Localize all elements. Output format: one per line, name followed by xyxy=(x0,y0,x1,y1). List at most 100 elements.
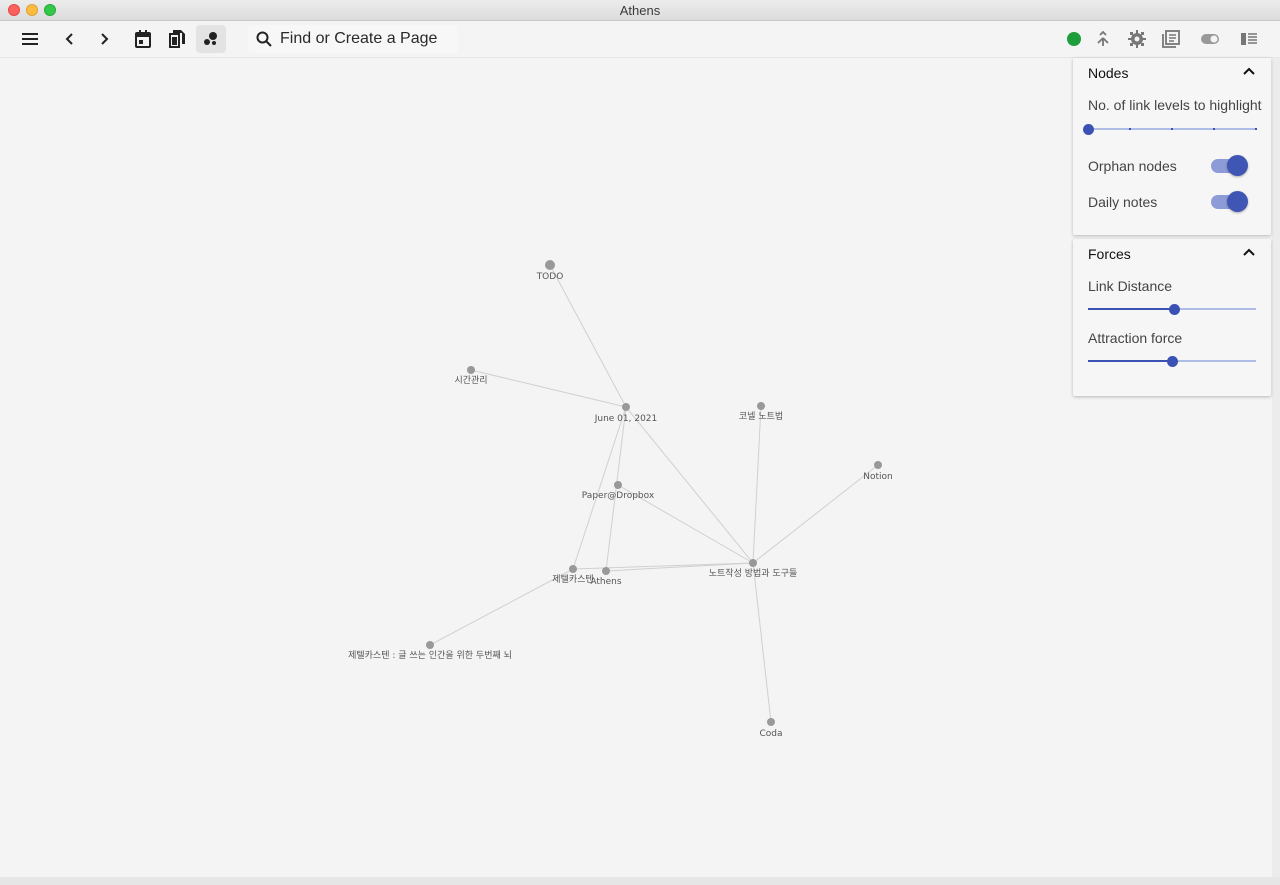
window-title: Athens xyxy=(619,2,661,18)
graph-edge xyxy=(549,264,627,408)
slider-fill xyxy=(1088,308,1174,310)
library-button[interactable] xyxy=(1156,25,1186,53)
graph-node-notetool[interactable]: 노트작성 방법과 도구들 xyxy=(709,559,798,579)
daily-notes-label: Daily notes xyxy=(1088,194,1158,210)
slider-thumb[interactable] xyxy=(1167,356,1178,367)
merge-button[interactable] xyxy=(1088,25,1118,53)
library-icon xyxy=(1162,30,1180,48)
sync-status-icon[interactable] xyxy=(1067,32,1081,46)
settings-button[interactable] xyxy=(1122,25,1152,53)
chevron-left-icon xyxy=(65,33,73,45)
search-icon xyxy=(256,31,272,47)
daily-notes-toggle[interactable] xyxy=(1211,191,1248,212)
graph-node-label[interactable]: June 01, 2021 xyxy=(594,414,658,424)
graph-edge xyxy=(605,406,627,572)
orphan-nodes-toggle[interactable] xyxy=(1211,155,1248,176)
chevron-up-icon[interactable] xyxy=(1243,248,1255,256)
search-box[interactable]: Find or Create a Page xyxy=(248,25,458,53)
graph-node-dot[interactable] xyxy=(749,559,757,567)
forces-panel: Forces Link Distance Attraction force xyxy=(1073,239,1271,396)
graph-node-dot[interactable] xyxy=(602,567,610,575)
theme-toggle-button[interactable] xyxy=(1195,25,1225,53)
link-levels-slider[interactable] xyxy=(1083,123,1257,135)
toolbar: Find or Create a Page xyxy=(0,21,1280,58)
graph-node-dot[interactable] xyxy=(874,461,882,469)
graph-node-todo[interactable]: TODO xyxy=(536,260,564,282)
attraction-force-slider[interactable] xyxy=(1088,355,1256,367)
slider-tick xyxy=(1255,128,1257,130)
nodes-panel-title: Nodes xyxy=(1088,65,1129,81)
nodes-panel: Nodes No. of link levels to highlight Or… xyxy=(1073,58,1271,235)
graph-node-label[interactable]: 시간관리 xyxy=(454,375,487,386)
graph-node-dot[interactable] xyxy=(545,260,555,270)
window-controls xyxy=(8,4,56,16)
graph-node-label[interactable]: 제텔카스텐 xyxy=(552,573,593,585)
graph-node-dot[interactable] xyxy=(569,565,577,573)
link-distance-label: Link Distance xyxy=(1088,278,1173,294)
daily-notes-button[interactable] xyxy=(128,25,158,53)
back-button[interactable] xyxy=(55,25,85,53)
link-distance-slider[interactable] xyxy=(1088,303,1256,315)
orphan-nodes-label: Orphan nodes xyxy=(1088,158,1177,174)
slider-tick xyxy=(1171,128,1173,130)
chevron-up-icon[interactable] xyxy=(1243,67,1255,75)
maximize-window-button[interactable] xyxy=(44,4,56,16)
graph-node-label[interactable]: Coda xyxy=(759,729,782,739)
toggle-knob[interactable] xyxy=(1227,155,1248,176)
horizontal-scrollbar[interactable] xyxy=(0,877,1280,885)
all-pages-button[interactable] xyxy=(162,25,192,53)
graph-view-button[interactable] xyxy=(196,25,226,53)
graph-icon xyxy=(204,32,217,45)
graph-edge xyxy=(752,405,762,564)
graph-edge xyxy=(752,464,879,564)
attraction-force-label: Attraction force xyxy=(1088,330,1183,346)
slider-tick xyxy=(1213,128,1215,130)
toggle-knob[interactable] xyxy=(1227,191,1248,212)
gear-icon xyxy=(1128,30,1146,48)
graph-node-label[interactable]: Notion xyxy=(863,472,892,482)
link-levels-label: No. of link levels to highlight xyxy=(1088,97,1262,113)
graph-node-dot[interactable] xyxy=(757,402,765,410)
merge-icon xyxy=(1097,31,1109,46)
graph-node-june[interactable]: June 01, 2021 xyxy=(594,403,658,424)
graph-node-dot[interactable] xyxy=(467,366,475,374)
graph-node-label[interactable]: Athens xyxy=(590,577,621,587)
menu-button[interactable] xyxy=(15,25,45,53)
graph-edge xyxy=(470,369,627,408)
graph-node-dot[interactable] xyxy=(614,481,622,489)
graph-node-label[interactable]: 제텔카스텐 : 글 쓰는 인간을 위한 두번째 뇌 xyxy=(348,649,512,661)
graph-node-zettelbook[interactable]: 제텔카스텐 : 글 쓰는 인간을 위한 두번째 뇌 xyxy=(348,641,512,661)
graph-node-label[interactable]: TODO xyxy=(536,272,564,282)
forces-panel-title: Forces xyxy=(1088,246,1131,262)
hamburger-menu-icon xyxy=(22,33,38,45)
pages-icon xyxy=(169,30,185,48)
minimize-window-button[interactable] xyxy=(26,4,38,16)
graph-node-kornell[interactable]: 코넬 노트법 xyxy=(739,402,783,422)
graph-node-zettel[interactable]: 제텔카스텐 xyxy=(552,565,594,585)
graph-node-label[interactable]: 노트작성 방법과 도구들 xyxy=(709,568,798,579)
right-sidebar-icon xyxy=(1241,33,1257,45)
search-placeholder: Find or Create a Page xyxy=(280,30,438,47)
forward-button[interactable] xyxy=(89,25,119,53)
slider-fill xyxy=(1088,360,1172,362)
graph-node-dot[interactable] xyxy=(622,403,630,411)
slider-thumb[interactable] xyxy=(1083,124,1094,135)
slider-thumb[interactable] xyxy=(1168,304,1180,315)
graph-node-dot[interactable] xyxy=(426,641,434,649)
title-bar: Athens xyxy=(0,0,1280,21)
graph-node-paper[interactable]: Paper@Dropbox xyxy=(582,481,655,501)
graph-edge xyxy=(625,406,754,564)
graph-node-coda[interactable]: Coda xyxy=(759,718,783,739)
graph-node-label[interactable]: Paper@Dropbox xyxy=(582,491,655,501)
graph-node-label[interactable]: 코넬 노트법 xyxy=(739,410,783,422)
graph-node-dot[interactable] xyxy=(767,718,775,726)
right-sidebar-button[interactable] xyxy=(1234,25,1264,53)
calendar-icon xyxy=(135,30,151,48)
theme-toggle-icon xyxy=(1201,34,1219,44)
chevron-right-icon xyxy=(101,33,109,45)
vertical-scrollbar[interactable] xyxy=(1272,58,1280,877)
close-window-button[interactable] xyxy=(8,4,20,16)
graph-edge xyxy=(752,562,772,723)
graph-node-notion[interactable]: Notion xyxy=(863,461,893,482)
graph-node-sigan[interactable]: 시간관리 xyxy=(454,366,488,386)
